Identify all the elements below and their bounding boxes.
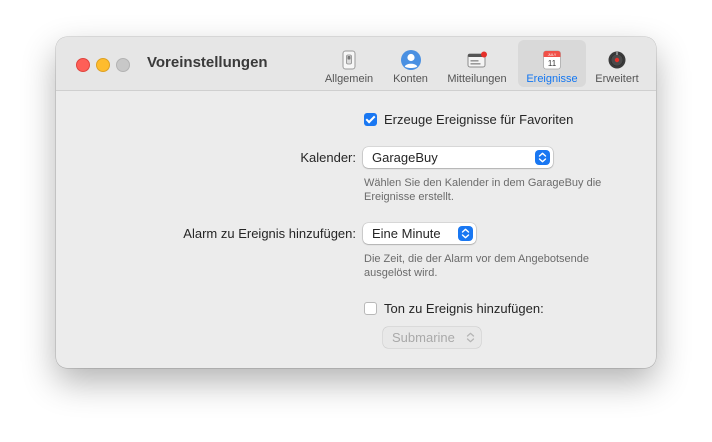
events-settings-pane: Erzeuge Ereignisse für Favoriten Kalende…	[56, 91, 656, 368]
alarm-label: Alarm zu Ereignis hinzufügen:	[183, 226, 356, 241]
person-icon	[400, 50, 421, 70]
calendar-popup[interactable]: GarageBuy	[363, 147, 553, 168]
alarm-value: Eine Minute	[372, 226, 441, 241]
tab-label: Allgemein	[324, 73, 374, 85]
preferences-window: Voreinstellungen Allgemein Konten Mittei…	[56, 37, 656, 368]
calendar-label: Kalender:	[300, 150, 356, 165]
alarm-popup[interactable]: Eine Minute	[363, 223, 476, 244]
sound-value: Submarine	[392, 330, 455, 345]
calendar-day-text: 11	[548, 59, 557, 68]
tab-mitteilungen[interactable]: Mitteilungen	[441, 40, 513, 87]
switch-icon	[342, 50, 356, 70]
calendar-icon: JULY 11	[543, 50, 561, 70]
notifications-icon	[467, 51, 487, 68]
tab-label: Mitteilungen	[447, 73, 507, 85]
sound-popup[interactable]: Submarine	[383, 327, 481, 348]
calendar-value: GarageBuy	[372, 150, 438, 165]
create-events-label: Erzeuge Ereignisse für Favoriten	[384, 112, 574, 127]
tab-erweitert[interactable]: Erweitert	[588, 40, 646, 87]
chevron-updown-icon	[458, 226, 473, 241]
tab-label: Ereignisse	[526, 73, 578, 85]
calendar-month-text: JULY	[548, 53, 557, 57]
tab-ereignisse[interactable]: JULY 11 Ereignisse	[518, 40, 586, 87]
advanced-icon	[608, 51, 626, 69]
create-events-checkbox[interactable]	[364, 113, 377, 126]
alarm-help-text: Die Zeit, die der Alarm vor dem Angebots…	[364, 253, 590, 279]
chevron-updown-icon	[463, 330, 478, 345]
window-title: Voreinstellungen	[147, 54, 268, 71]
sound-checkbox[interactable]	[364, 302, 377, 315]
calendar-help-text: Wählen Sie den Kalender in dem GarageBuy…	[364, 177, 602, 203]
zoom-window-button[interactable]	[116, 58, 130, 72]
title-bar: Voreinstellungen Allgemein Konten Mittei…	[56, 37, 656, 91]
chevron-updown-icon	[535, 150, 550, 165]
close-window-button[interactable]	[76, 58, 90, 72]
tab-label: Erweitert	[595, 73, 639, 85]
tab-label: Konten	[393, 73, 428, 85]
minimize-window-button[interactable]	[96, 58, 110, 72]
tab-konten[interactable]: Konten	[384, 40, 437, 87]
tab-allgemein[interactable]: Allgemein	[319, 40, 379, 87]
sound-label: Ton zu Ereignis hinzufügen:	[384, 301, 544, 316]
